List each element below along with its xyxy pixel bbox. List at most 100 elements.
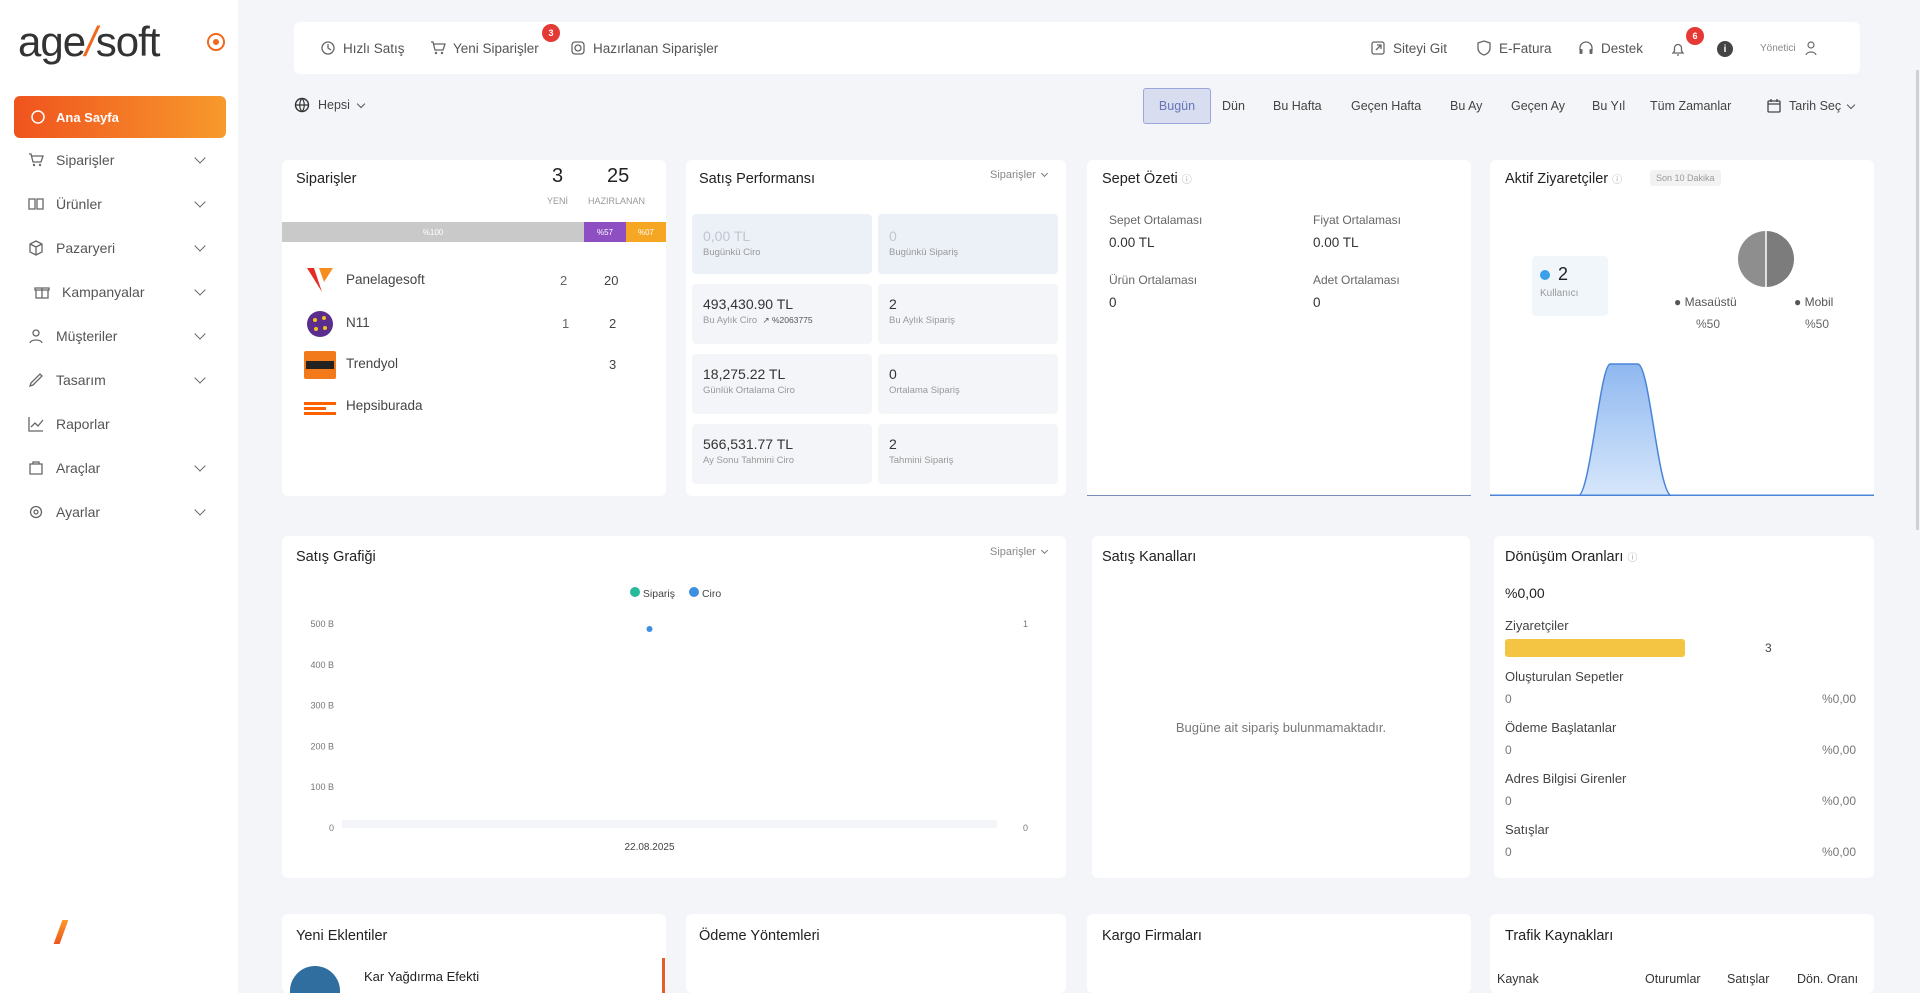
help-icon[interactable]: ⓘ — [1612, 175, 1622, 186]
perf-label: Bugünkü Ciro — [703, 247, 761, 258]
date-picker[interactable]: Tarih Seç — [1756, 88, 1864, 124]
conversion-step-label: Adres Bilgisi Girenler — [1505, 771, 1627, 786]
channel-new: 2 — [560, 273, 568, 288]
sidebar-item-reports[interactable]: Raporlar — [14, 404, 226, 444]
help-icon[interactable]: ⓘ — [1628, 553, 1638, 564]
sales-chart-dropdown[interactable]: Siparişler — [990, 546, 1048, 558]
quick-sale-link[interactable]: Hızlı Satış — [320, 40, 405, 56]
sales-channels-title: Satış Kanalları — [1102, 549, 1197, 565]
cart-stat: Fiyat Ortalaması 0.00 TL — [1313, 213, 1401, 250]
info-icon[interactable]: i — [1717, 41, 1733, 57]
sales-chart-dropdown-label: Siparişler — [990, 546, 1036, 558]
sidebar-item-customers[interactable]: Müşteriler — [14, 316, 226, 356]
cart-stat: Ürün Ortalaması 0 — [1109, 273, 1197, 310]
sidebar-item-label: Ana Sayfa — [56, 109, 119, 125]
perf-label: Bu Aylık Ciro — [703, 315, 758, 326]
performance-title: Satış Performansı — [699, 171, 816, 187]
range-all-time[interactable]: Tüm Zamanlar — [1640, 88, 1741, 124]
sidebar-item-label: Ürünler — [56, 196, 102, 212]
prepared-orders-link[interactable]: Hazırlanan Siparişler — [570, 40, 718, 56]
traffic-col-source[interactable]: Kaynak — [1497, 972, 1539, 986]
einvoice-link[interactable]: E-Fatura — [1476, 40, 1552, 56]
sidebar-toggle-icon[interactable] — [207, 33, 225, 51]
plugin-scrollbar[interactable] — [662, 958, 665, 993]
plugin-name[interactable]: Kar Yağdırma Efekti — [364, 969, 479, 984]
n11-logo — [304, 308, 336, 340]
notifications-button[interactable] — [1670, 41, 1686, 60]
new-orders-link[interactable]: Yeni Siparişler — [430, 40, 539, 56]
hepsiburada-icon — [304, 401, 336, 405]
visit-site-label: Siteyi Git — [1393, 40, 1448, 56]
traffic-col-sales[interactable]: Satışlar — [1727, 972, 1769, 986]
perf-value: 2 — [889, 436, 897, 452]
sidebar-item-tools[interactable]: Araçlar — [14, 448, 226, 488]
perf-label: Günlük Ortalama Ciro — [703, 385, 795, 396]
mobile-label: Mobil — [1804, 295, 1834, 309]
range-yesterday[interactable]: Dün — [1212, 88, 1255, 124]
orders-prepared-count: 25 — [607, 165, 630, 187]
cart-stat: Adet Ortalaması 0 — [1313, 273, 1400, 310]
range-this-week[interactable]: Bu Hafta — [1263, 88, 1332, 124]
logo[interactable]: age/soft — [18, 18, 160, 66]
chevron-down-icon — [194, 240, 206, 252]
traffic-col-conversion[interactable]: Dön. Oranı — [1797, 972, 1858, 986]
legend-item-order[interactable]: Sipariş — [630, 587, 675, 600]
y-tick-right: 1 — [1023, 619, 1028, 629]
chart-line-icon — [28, 417, 44, 432]
sidebar-item-settings[interactable]: Ayarlar — [14, 492, 226, 532]
conversion-step-label: Satışlar — [1505, 822, 1550, 837]
sidebar-item-campaigns[interactable]: Kampanyalar — [14, 272, 226, 312]
conversion-visitors-label: Ziyaretçiler — [1505, 618, 1569, 633]
user-icon — [1804, 41, 1817, 56]
x-tick: 22.08.2025 — [624, 842, 674, 853]
perf-cell-content: 566,531.77 TL Ay Sonu Tahmini Ciro — [703, 436, 794, 466]
support-link[interactable]: Destek — [1578, 40, 1643, 56]
range-this-month[interactable]: Bu Ay — [1440, 88, 1492, 124]
range-this-year[interactable]: Bu Yıl — [1582, 88, 1635, 124]
chevron-down-icon — [194, 504, 206, 516]
channel-new: 1 — [562, 316, 570, 331]
help-icon[interactable]: ⓘ — [1182, 175, 1192, 186]
channel-name: N11 — [346, 315, 370, 330]
scope-select[interactable]: Hepsi — [294, 97, 366, 113]
legend-dot-order — [630, 587, 640, 597]
data-point-ciro[interactable] — [646, 626, 653, 632]
cart-stat-value: 0 — [1313, 295, 1321, 310]
visitors-period: Son 10 Dakika — [1650, 170, 1721, 186]
performance-dropdown[interactable]: Siparişler — [990, 169, 1048, 181]
sidebar-item-products[interactable]: Ürünler — [14, 184, 226, 224]
channel-name: Panelagesoft — [346, 272, 425, 287]
sidebar-item-marketplace[interactable]: Pazaryeri — [14, 228, 226, 268]
conversion-step-count: 0 — [1505, 692, 1512, 706]
gear-icon — [29, 505, 43, 519]
page-scrollbar[interactable] — [1916, 70, 1919, 530]
date-picker-label: Tarih Seç — [1789, 99, 1842, 113]
range-today[interactable]: Bugün — [1143, 88, 1211, 124]
sidebar-item-home[interactable]: Ana Sayfa — [14, 96, 226, 138]
desktop-label: Masaüstü — [1684, 295, 1737, 309]
conversion-step-label: Oluşturulan Sepetler — [1505, 669, 1624, 684]
perf-cell-content: 18,275.22 TL Günlük Ortalama Ciro — [703, 366, 795, 396]
sidebar-item-label: Ayarlar — [56, 504, 101, 520]
sidebar-item-orders[interactable]: Siparişler — [14, 140, 226, 180]
legend-item-revenue[interactable]: Ciro — [689, 587, 721, 600]
orders-new-label: YENİ — [547, 196, 569, 206]
traffic-col-sessions[interactable]: Oturumlar — [1645, 972, 1701, 986]
cart-stat-label: Ürün Ortalaması — [1109, 273, 1198, 287]
notifications-badge: 6 — [1686, 27, 1704, 45]
shield-icon — [1477, 40, 1491, 56]
chevron-down-icon — [194, 196, 206, 208]
pie-slice-mobile — [1738, 231, 1766, 287]
perf-cell-content: 2 Tahmini Sipariş — [889, 436, 953, 466]
y-tick-left: 200 B — [310, 741, 334, 751]
sales-channels-empty: Bugüne ait sipariş bulunmamaktadır. — [1175, 720, 1387, 735]
sidebar-item-design[interactable]: Tasarım — [14, 360, 226, 400]
conversion-visitors-count: 3 — [1765, 641, 1772, 655]
visit-site-link[interactable]: Siteyi Git — [1370, 40, 1447, 56]
payment-methods-card — [686, 914, 1066, 993]
range-last-month[interactable]: Geçen Ay — [1501, 88, 1575, 124]
sidebar-item-label: Pazaryeri — [56, 240, 116, 256]
range-last-week[interactable]: Geçen Hafta — [1341, 88, 1431, 124]
conversion-card — [1494, 536, 1874, 878]
user-menu[interactable]: Yönetici — [1760, 40, 1819, 56]
